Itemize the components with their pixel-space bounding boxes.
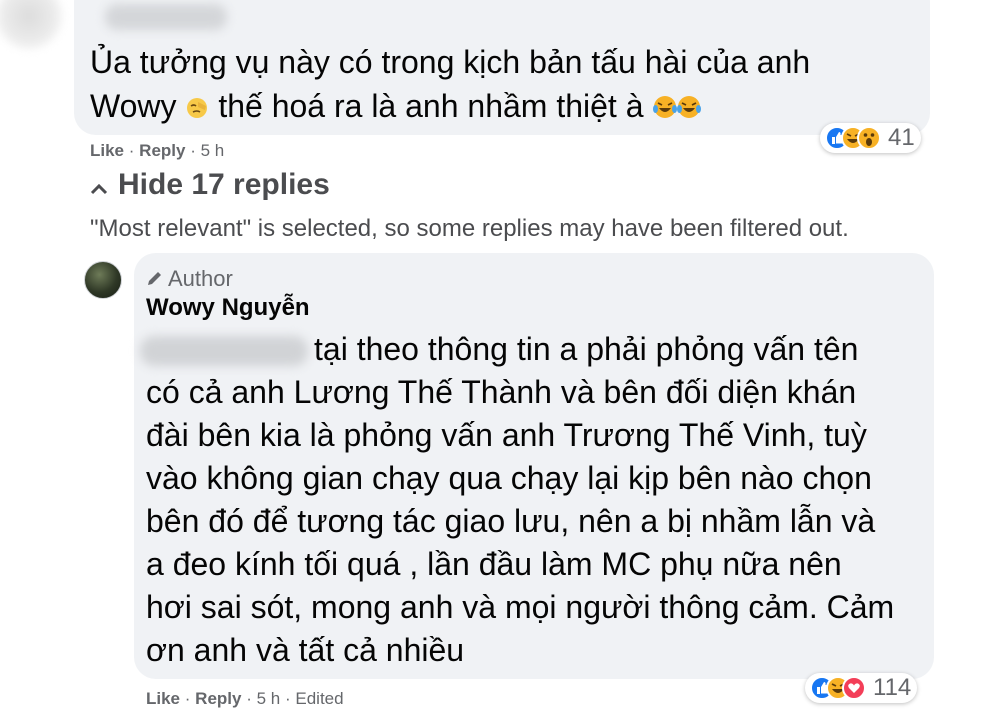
reaction-count: 41 [888, 124, 915, 151]
like-link[interactable]: Like [90, 141, 124, 160]
author-badge: Author [146, 266, 233, 293]
hide-replies-label: Hide 17 replies [118, 168, 330, 201]
separator-dot: · [128, 141, 135, 160]
comment-actions: Like · Reply · 5 h [90, 141, 224, 161]
reply-link[interactable]: Reply [195, 689, 241, 708]
love-reaction-icon [842, 676, 866, 700]
separator-dot: · [190, 141, 196, 160]
pencil-icon [146, 267, 164, 293]
reply-line: a đeo kính tối quá , lần đầu làm MC phụ … [146, 546, 842, 582]
reply-actions: Like · Reply · 5 h · Edited [146, 689, 344, 709]
mention-wowy[interactable]: Wowy [90, 88, 177, 124]
reply-text: tại theo thông tin a phải phỏng vấn tên … [146, 328, 894, 672]
reply-line: đài bên kia là phỏng vấn anh Trương Thế … [146, 417, 867, 453]
author-name[interactable]: Wowy Nguyễn [146, 294, 310, 322]
author-badge-label: Author [168, 266, 233, 291]
laughing-tears-emoji-icon [652, 87, 702, 131]
reaction-count: 114 [873, 674, 912, 701]
separator-dot: · [246, 689, 252, 708]
reply-line: vào không gian chạy qua chạy lại kịp bên… [146, 460, 872, 496]
edited-label[interactable]: Edited [295, 689, 343, 708]
reply-line: hơi sai sót, mong anh và mọi người thông… [146, 589, 895, 625]
reply-line: bên đó để tương tác giao lưu, nên a bị n… [146, 503, 876, 539]
wow-reaction-icon [857, 126, 881, 150]
separator-dot: · [284, 689, 291, 708]
reply-line: có cả anh Lương Thế Thành và bên đối diệ… [146, 374, 857, 410]
comment-line-1: Ủa tưởng vụ này có trong kịch bản tấu hà… [90, 44, 811, 80]
reaction-icons [810, 676, 866, 700]
reply-link[interactable]: Reply [139, 141, 185, 160]
facepalm-emoji-icon [185, 87, 209, 131]
comment-line-2: Wowy thế hoá ra là anh nhầm thiệt à [90, 84, 920, 131]
reaction-summary[interactable]: 114 [805, 673, 918, 703]
separator-dot: · [184, 689, 191, 708]
blurred-commenter-name[interactable] [105, 4, 227, 30]
reply-line: tại theo thông tin a phải phỏng vấn tên [314, 331, 859, 367]
timestamp[interactable]: 5 h [201, 141, 225, 160]
filter-note: "Most relevant" is selected, so some rep… [90, 215, 849, 242]
reaction-summary[interactable]: 41 [820, 123, 921, 153]
hide-replies-toggle[interactable]: Hide 17 replies [90, 168, 330, 203]
timestamp[interactable]: 5 h [257, 689, 281, 708]
reaction-icons [825, 126, 881, 150]
reply-line: ơn anh và tất cả nhiều [146, 632, 465, 668]
author-avatar[interactable] [84, 261, 122, 299]
comment-line-2-text: thế hoá ra là anh nhầm thiệt à [218, 88, 644, 124]
comment-text: Ủa tưởng vụ này có trong kịch bản tấu hà… [90, 40, 920, 131]
blurred-avatar[interactable] [0, 0, 63, 50]
like-link[interactable]: Like [146, 689, 180, 708]
chevron-up-icon [90, 169, 108, 203]
